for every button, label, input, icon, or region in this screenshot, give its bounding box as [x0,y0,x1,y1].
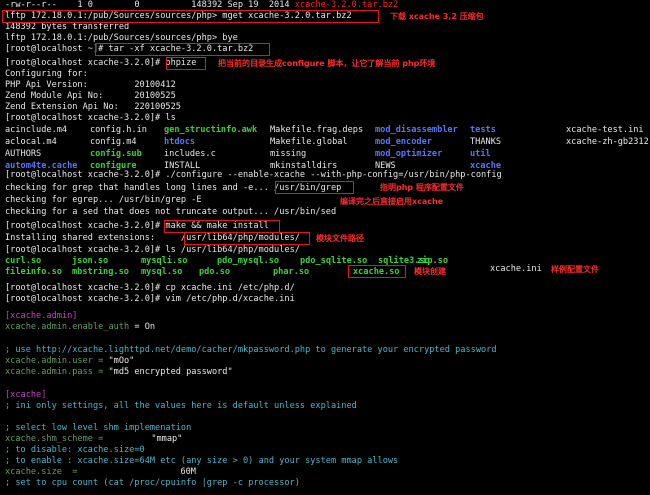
module-file: mysqli.so [141,256,188,266]
ls-entry: htdocs [164,137,196,147]
highlight-box-mget [2,10,379,23]
terminal-line: [root@localhost xcache-3.2.0]# ls /usr/l… [5,245,300,255]
config-key: xcache.admin.user = [5,356,109,366]
config-line: xcache.admin.pass = "md5 encrypted passw… [5,367,233,378]
config-value: "md5 encrypted password" [108,367,233,377]
terminal-line: 148392 bytes transferred [5,22,130,32]
config-comment: ; set to cpu count (cat /proc/cpuinfo |g… [5,478,300,488]
module-file: zip.so [417,256,449,266]
terminal-window[interactable]: -rw-r--r-- 1 0 0 148392 Sep 19 2014 xcac… [0,0,650,495]
config-value: "mOo" [108,356,135,366]
module-file: curl.so [5,256,42,266]
terminal-line: Zend Module Api No: 20100525 [5,91,176,101]
terminal-line: [root@localhost xcache-3.2.0]# ls [5,113,176,123]
ls-entry: includes.c [164,149,216,159]
config-key: xcache.size = [5,467,78,477]
config-section: [xcache] [5,390,47,400]
xcache-ini-file: xcache.ini [490,264,542,274]
annotation-sample-config: 样例配置文件 [551,265,599,274]
config-comment: ; use http://xcache.lighttpd.net/demo/ca… [5,345,497,355]
config-value: = On [129,322,156,332]
annotation-compile: 编译完之后直接启用xcache [340,197,444,206]
module-file: phar.so [273,267,310,277]
module-file: mysql.so [141,267,183,277]
config-value: 60M [180,467,196,477]
ls-entry: config.sub [90,149,142,159]
terminal-line: Zend Extension Api No: 220100525 [5,102,181,112]
terminal-line: checking for a sed that does not truncat… [5,207,337,217]
highlight-box-phpize [166,57,206,70]
annotation-phpize: 把当前的目录生成configure 脚本，让它了解当前 php环境 [218,59,436,68]
config-key: xcache.shm_scheme = [5,434,104,444]
archive-filename: xcache-3.2.0.tar.bz2 [294,0,399,10]
config-line: xcache.admin.user = "mOo" [5,356,134,367]
ls-entry: THANKS [470,137,502,147]
ls-entry: tests [470,125,496,135]
ls-entry: mod_disassembler [375,125,458,135]
ls-entry: gen_structinfo.awk [164,125,258,135]
ls-entry: missing [270,149,307,159]
annotation-module-created: 模块创建 [414,267,446,276]
config-line: xcache.size = 60M [5,467,196,478]
config-value: "mmap" [151,434,183,444]
config-comment: ; to enable : xcache.size=64M etc (any s… [5,456,399,466]
config-key: xcache.admin.enable_auth [5,322,130,332]
config-comment: ; ini only settings, all the values here… [5,401,357,411]
config-comment: ; to disable: xcache.size=0 [5,445,145,455]
annotation-module-path: 模块文件路径 [316,234,364,243]
ls-entry: mod_encoder [375,137,432,147]
module-file: json.so [72,256,109,266]
terminal-line: [root@localhost xcache-3.2.0]# vim /etc/… [5,294,295,304]
terminal-line: [root@localhost xcache-3.2.0]# cp xcache… [5,283,295,293]
configure-output: checking for grep that handles long line… [5,183,275,193]
ls-entry: config.h.in [90,125,147,135]
module-file: mbstring.so [72,267,129,277]
install-output: Installing shared extensions: [5,233,181,243]
ls-entry: mod_optimizer [375,149,443,159]
module-file: pdo_mysql.so [217,256,280,266]
ls-entry: config.m4 [90,137,137,147]
config-line: xcache.admin.enable_auth = On [5,322,155,333]
ls-entry: util [470,149,491,159]
file-listing-text: -rw-r--r-- 1 0 0 148392 Sep 19 2014 [5,0,295,10]
shell-prompt: [root@localhost xcache-3.2.0]# [5,221,166,231]
ls-entry: aclocal.m4 [5,137,57,147]
shell-prompt: [root@localhost xcache-3.2.0]# [5,58,166,68]
terminal-line: PHP Api Version: 20100412 [5,80,176,90]
ls-entry: xcache-zh-gb2312 [566,137,649,147]
highlight-box-xcache-so [348,265,406,278]
ls-entry: xcache-test.ini [566,125,644,135]
config-comment: ; select low level shm implemenation [5,423,192,433]
ls-entry: Makefile.frag.deps [270,125,364,135]
terminal-line: checking for egrep... /usr/bin/grep -E [5,195,202,205]
terminal-line: Configuring for: [5,69,88,79]
ls-entry: AUTHORS [5,149,42,159]
module-file: pdo.so [199,267,231,277]
ls-entry: Makefile.global [270,137,348,147]
terminal-line: [root@localhost xcache-3.2.0]# ./configu… [5,170,502,180]
config-section: [xcache.admin] [5,311,78,321]
ls-entry: acinclude.m4 [5,125,68,135]
annotation-php-config: 指明php 程序配置文件 [380,183,464,192]
highlight-box-grep [275,181,354,194]
highlight-box-tar [95,43,270,56]
config-line: xcache.shm_scheme = "mmap" [5,434,182,445]
annotation-download: 下载 xcache 3,2 压缩包 [390,12,484,21]
config-key: xcache.admin.pass = [5,367,109,377]
highlight-box-modules-path [184,232,310,245]
module-file: fileinfo.so [5,267,62,277]
